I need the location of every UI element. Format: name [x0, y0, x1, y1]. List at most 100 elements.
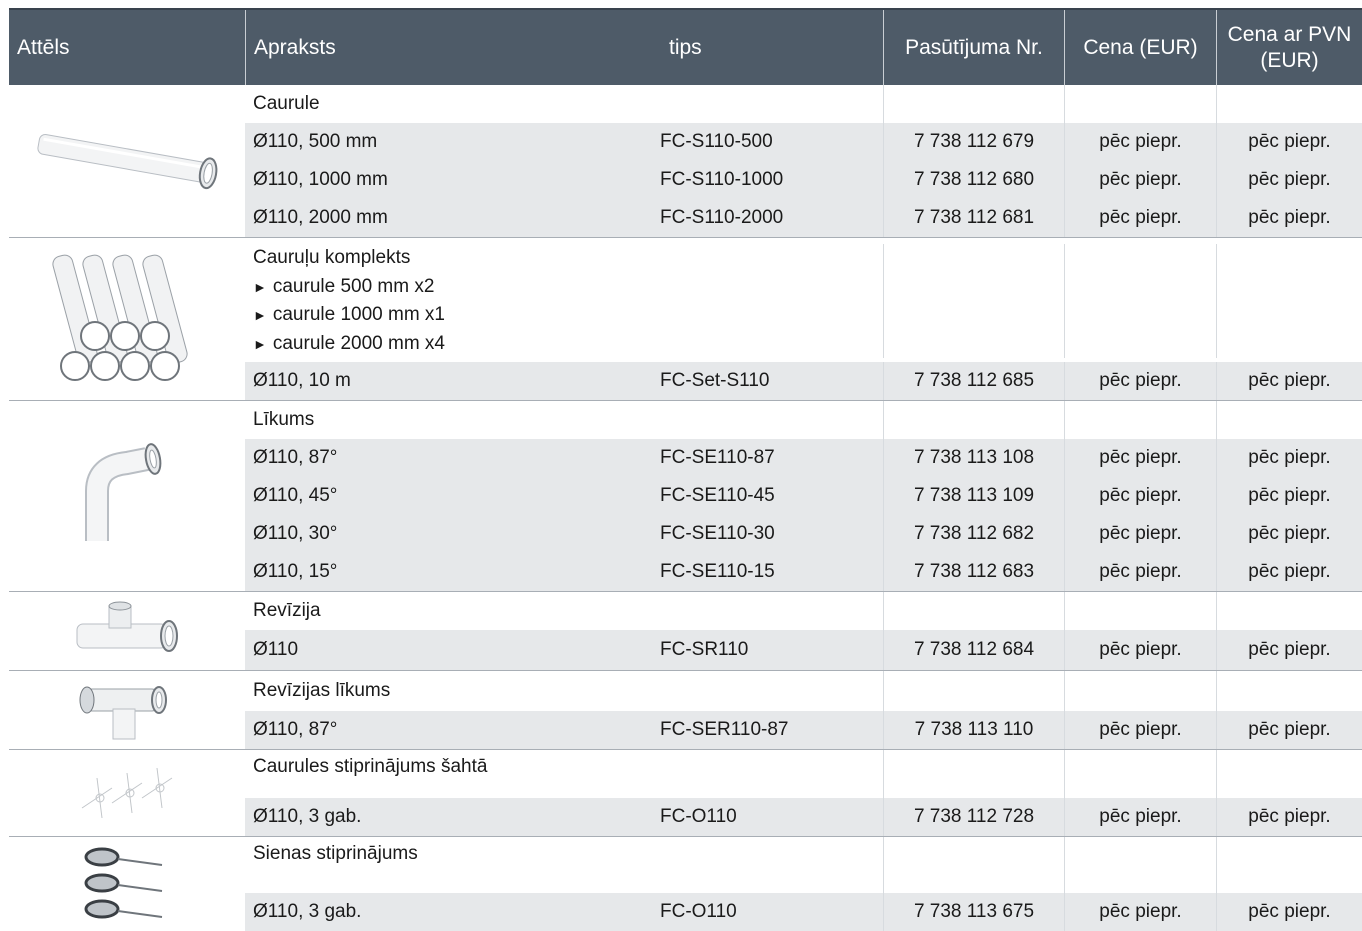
row-type: FC-SER110-87 [660, 719, 789, 740]
table-row: Ø110 FC-SR110 7 738 112 684 pēc piepr. p… [245, 630, 1362, 670]
group-title-row: Sienas stiprinājums [245, 837, 1362, 893]
row-price: pēc piepr. [1064, 893, 1216, 931]
bullet-arrow-icon: ► [253, 278, 267, 295]
row-price-vat: pēc piepr. [1216, 711, 1362, 749]
group-title-row: Caurules stiprinājums šahtā [245, 750, 1362, 798]
group-title: Caurule [253, 93, 320, 114]
row-price: pēc piepr. [1064, 798, 1216, 836]
row-price: pēc piepr. [1064, 199, 1216, 237]
row-price: pēc piepr. [1064, 439, 1216, 477]
row-price: pēc piepr. [1064, 362, 1216, 400]
row-price: pēc piepr. [1064, 515, 1216, 553]
row-price: pēc piepr. [1064, 477, 1216, 515]
table-row: Ø110, 87° FC-SE110-87 7 738 113 108 pēc … [245, 439, 1362, 477]
row-description: Ø110, 87° [253, 447, 338, 468]
row-price: pēc piepr. [1064, 161, 1216, 199]
row-type: FC-SE110-30 [660, 523, 775, 544]
row-description: Ø110, 2000 mm [253, 207, 388, 228]
header-price: Cena (EUR) [1064, 10, 1216, 85]
product-group: Revīzijas līkums Ø110, 87° FC-SER110-87 … [9, 671, 1362, 750]
header-image: Attēls [17, 35, 70, 59]
row-price-vat: pēc piepr. [1216, 630, 1362, 670]
row-description: Ø110, 30° [253, 523, 338, 544]
header-order-no: Pasūtījuma Nr. [883, 10, 1064, 85]
list-item: ► caurule 1000 mm x1 [253, 301, 445, 330]
row-type: FC-S110-1000 [660, 169, 784, 190]
product-group: Sienas stiprinājums Ø110, 3 gab. FC-O110… [9, 837, 1362, 931]
group-title-row: Revīzijas līkums [245, 671, 1362, 711]
table-header: Attēls Apraksts tips Pasūtījuma Nr. Cena… [9, 8, 1362, 85]
row-order-no: 7 738 112 680 [883, 161, 1064, 199]
row-description: Ø110, 45° [253, 485, 338, 506]
table-row: Ø110, 3 gab. FC-O110 7 738 112 728 pēc p… [245, 798, 1362, 836]
row-description: Ø110, 87° [253, 719, 338, 740]
elbow-image [9, 401, 245, 591]
product-group: Revīzija Ø110 FC-SR110 7 738 112 684 pēc… [9, 592, 1362, 671]
row-type: FC-SE110-45 [660, 485, 775, 506]
row-price: pēc piepr. [1064, 630, 1216, 670]
group-title: Revīzijas līkums [253, 680, 391, 701]
table-row: Ø110, 87° FC-SER110-87 7 738 113 110 pēc… [245, 711, 1362, 749]
product-group: Līkums Ø110, 87° FC-SE110-87 7 738 113 1… [9, 401, 1362, 592]
group-title-row: Līkums [245, 401, 1362, 439]
inspection-elbow-image [9, 671, 245, 749]
row-description: Ø110, 3 gab. [253, 806, 362, 827]
row-price-vat: pēc piepr. [1216, 439, 1362, 477]
group-title: Caurules stiprinājums šahtā [253, 756, 488, 777]
row-price: pēc piepr. [1064, 123, 1216, 161]
row-description: Ø110, 1000 mm [253, 169, 388, 190]
table-row: Ø110, 15° FC-SE110-15 7 738 112 683 pēc … [245, 553, 1362, 591]
row-price-vat: pēc piepr. [1216, 553, 1362, 591]
row-description: Ø110, 15° [253, 561, 338, 582]
row-type: FC-SR110 [660, 639, 749, 660]
row-order-no: 7 738 112 728 [883, 798, 1064, 836]
list-item: ► caurule 2000 mm x4 [253, 330, 445, 359]
product-table: Attēls Apraksts tips Pasūtījuma Nr. Cena… [9, 8, 1362, 931]
shaft-support-image [9, 750, 245, 836]
row-description: Ø110, 10 m [253, 370, 351, 391]
row-order-no: 7 738 113 108 [883, 439, 1064, 477]
row-type: FC-SE110-15 [660, 561, 775, 582]
header-type: tips [669, 35, 702, 59]
group-title: Līkums [253, 409, 315, 430]
row-description: Ø110 [253, 639, 299, 660]
bullet-arrow-icon: ► [253, 307, 267, 323]
row-type: FC-O110 [660, 901, 737, 922]
row-price-vat: pēc piepr. [1216, 161, 1362, 199]
row-order-no: 7 738 112 682 [883, 515, 1064, 553]
table-row: Ø110, 500 mm FC-S110-500 7 738 112 679 p… [245, 123, 1362, 161]
table-row: Ø110, 2000 mm FC-S110-2000 7 738 112 681… [245, 199, 1362, 237]
table-row: Ø110, 1000 mm FC-S110-1000 7 738 112 680… [245, 161, 1362, 199]
row-description: Ø110, 3 gab. [253, 901, 362, 922]
table-row: Ø110, 45° FC-SE110-45 7 738 113 109 pēc … [245, 477, 1362, 515]
group-title-row: Caurule [245, 85, 1362, 123]
pipe-set-image [9, 238, 245, 400]
table-row: Ø110, 30° FC-SE110-30 7 738 112 682 pēc … [245, 515, 1362, 553]
group-title: Revīzija [253, 600, 321, 621]
product-group: Caurules stiprinājums šahtā Ø110, 3 gab.… [9, 750, 1362, 837]
group-title-row: Revīzija [245, 592, 1362, 630]
row-price-vat: pēc piepr. [1216, 515, 1362, 553]
row-price-vat: pēc piepr. [1216, 362, 1362, 400]
row-order-no: 7 738 112 684 [883, 630, 1064, 670]
row-order-no: 7 738 113 109 [883, 477, 1064, 515]
row-price: pēc piepr. [1064, 711, 1216, 749]
row-price-vat: pēc piepr. [1216, 893, 1362, 931]
row-order-no: 7 738 112 679 [883, 123, 1064, 161]
row-type: FC-S110-500 [660, 131, 773, 152]
row-order-no: 7 738 113 110 [883, 711, 1064, 749]
group-title: Sienas stiprinājums [253, 843, 418, 864]
group-title-row: Cauruļu komplekts ► caurule 500 mm x2 ► ca… [245, 238, 1362, 362]
wall-bracket-image [9, 837, 245, 931]
row-price-vat: pēc piepr. [1216, 199, 1362, 237]
product-group: Caurule Ø110, 500 mm FC-S110-500 7 738 1… [9, 85, 1362, 238]
row-type: FC-Set-S110 [660, 370, 770, 391]
product-group: Cauruļu komplekts ► caurule 500 mm x2 ► ca… [9, 238, 1362, 401]
header-description: Apraksts [254, 35, 336, 59]
bullet-arrow-icon: ► [253, 335, 267, 352]
row-type: FC-S110-2000 [660, 207, 784, 228]
row-price-vat: pēc piepr. [1216, 798, 1362, 836]
inspection-tee-image [9, 592, 245, 670]
header-description-cell: Apraksts tips [245, 10, 883, 85]
row-order-no: 7 738 112 685 [883, 362, 1064, 400]
